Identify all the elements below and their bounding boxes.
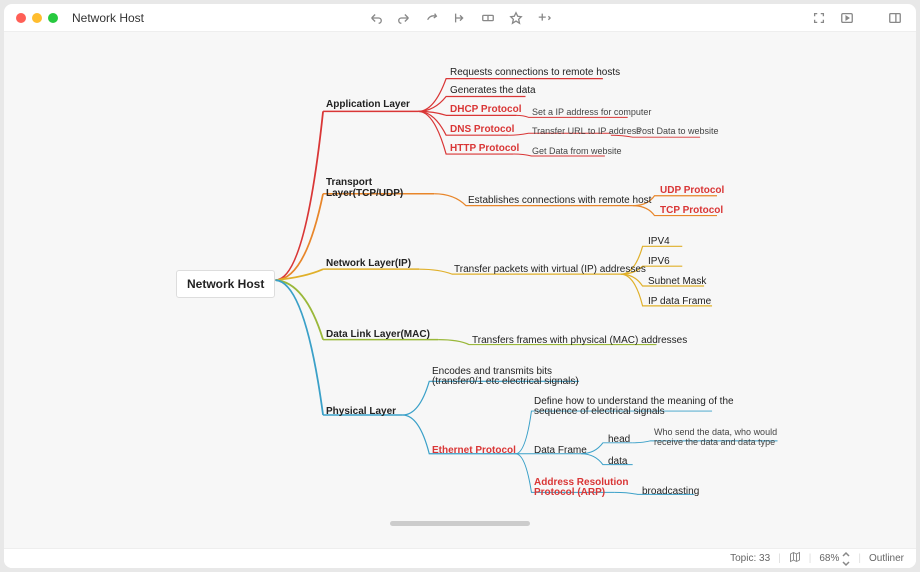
node-dhcp[interactable]: DHCP Protocol bbox=[450, 104, 522, 115]
node-dns-note2[interactable]: Post Data to website bbox=[636, 126, 719, 136]
relationship-button[interactable] bbox=[479, 10, 497, 26]
minimize-icon[interactable] bbox=[32, 13, 42, 23]
close-icon[interactable] bbox=[16, 13, 26, 23]
node-broadcasting[interactable]: broadcasting bbox=[642, 486, 699, 497]
topic-count-label: Topic: 33 bbox=[730, 553, 770, 564]
undo-button[interactable] bbox=[367, 10, 385, 26]
toolbar-right bbox=[810, 10, 904, 26]
node-datalink-layer[interactable]: Data Link Layer(MAC) bbox=[326, 329, 430, 340]
node-dhcp-note[interactable]: Set a IP address for computer bbox=[532, 107, 651, 117]
node-ipv4[interactable]: IPV4 bbox=[648, 236, 670, 247]
node-tcp[interactable]: TCP Protocol bbox=[660, 205, 723, 216]
statusbar: Topic: 33 | | 68% | Outliner bbox=[4, 548, 916, 568]
node-udp[interactable]: UDP Protocol bbox=[660, 185, 724, 196]
node-ethernet[interactable]: Ethernet Protocol bbox=[432, 445, 516, 456]
redo-button[interactable] bbox=[395, 10, 413, 26]
topic-button[interactable] bbox=[423, 10, 441, 26]
node-generates[interactable]: Generates the data bbox=[450, 85, 536, 96]
node-dns-note1[interactable]: Transfer URL to IP address bbox=[532, 126, 641, 136]
document-title: Network Host bbox=[72, 11, 144, 25]
fullscreen-button[interactable] bbox=[810, 10, 828, 26]
node-application-layer[interactable]: Application Layer bbox=[326, 99, 410, 110]
node-encodes-2[interactable]: (transfer0/1 etc electrical signals) bbox=[432, 376, 579, 387]
node-head-note1[interactable]: Who send the data, who would bbox=[654, 427, 777, 437]
mindmap-canvas[interactable]: Network Host Application Layer Requests … bbox=[4, 32, 916, 548]
window-controls bbox=[16, 13, 58, 23]
star-button[interactable] bbox=[507, 10, 525, 26]
view-mode[interactable]: Outliner bbox=[869, 553, 904, 564]
node-http[interactable]: HTTP Protocol bbox=[450, 143, 519, 154]
node-requests[interactable]: Requests connections to remote hosts bbox=[450, 67, 620, 78]
node-establishes[interactable]: Establishes connections with remote host bbox=[468, 195, 651, 206]
toolbar-center bbox=[367, 10, 553, 26]
node-data[interactable]: data bbox=[608, 456, 627, 467]
panel-toggle-button[interactable] bbox=[886, 10, 904, 26]
node-ipv6[interactable]: IPV6 bbox=[648, 256, 670, 267]
node-http-note[interactable]: Get Data from website bbox=[532, 146, 622, 156]
node-dataframe[interactable]: Data Frame bbox=[534, 445, 587, 456]
map-icon[interactable] bbox=[789, 551, 801, 566]
subtopic-button[interactable] bbox=[451, 10, 469, 26]
node-transfer-packets[interactable]: Transfer packets with virtual (IP) addre… bbox=[454, 264, 646, 275]
chevron-down-icon bbox=[842, 559, 850, 567]
zoom-control[interactable]: 68% bbox=[819, 551, 850, 567]
titlebar: Network Host bbox=[4, 4, 916, 32]
node-define-2[interactable]: sequence of electrical signals bbox=[534, 406, 665, 417]
node-physical-layer[interactable]: Physical Layer bbox=[326, 406, 396, 417]
node-arp-2[interactable]: Protocol (ARP) bbox=[534, 487, 605, 498]
horizontal-scrollbar[interactable] bbox=[390, 521, 530, 526]
present-button[interactable] bbox=[838, 10, 856, 26]
node-head[interactable]: head bbox=[608, 434, 630, 445]
node-dns[interactable]: DNS Protocol bbox=[450, 124, 514, 135]
maximize-icon[interactable] bbox=[48, 13, 58, 23]
add-button[interactable] bbox=[535, 10, 553, 26]
node-transfer-frames[interactable]: Transfers frames with physical (MAC) add… bbox=[472, 335, 687, 346]
node-network-layer[interactable]: Network Layer(IP) bbox=[326, 258, 411, 269]
chevron-up-icon bbox=[842, 551, 850, 559]
root-node[interactable]: Network Host bbox=[176, 270, 275, 298]
node-ipframe[interactable]: IP data Frame bbox=[648, 296, 711, 307]
node-head-note2[interactable]: receive the data and data type bbox=[654, 437, 775, 447]
node-transport-layer[interactable]: Transport Layer(TCP/UDP) bbox=[326, 177, 436, 199]
node-subnet[interactable]: Subnet Mask bbox=[648, 276, 706, 287]
